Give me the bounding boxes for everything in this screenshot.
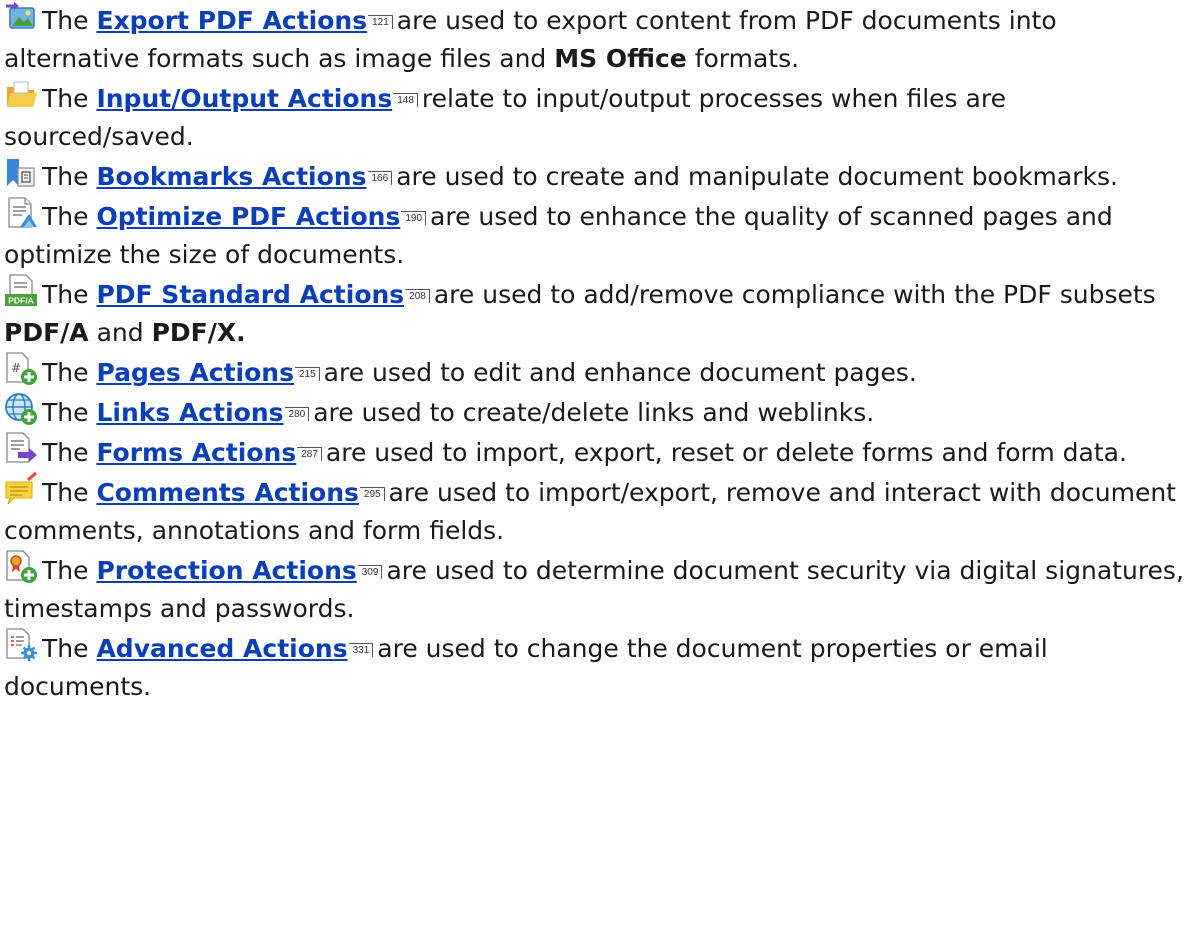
page-reference[interactable]: 280 <box>284 407 310 421</box>
protection-actions-link[interactable]: Protection Actions <box>96 556 356 585</box>
entry-description: are used to create and manipulate docume… <box>396 162 1118 191</box>
entry-prefix: The <box>42 162 97 191</box>
pdf-standard-actions-link[interactable]: PDF Standard Actions <box>96 280 404 309</box>
entry-prefix: The <box>42 358 97 387</box>
list-item: The Bookmarks Actions 166 are used to crea… <box>4 156 1199 196</box>
entry-prefix: The <box>42 84 97 113</box>
bookmark-icon <box>4 156 38 190</box>
form-export-icon <box>4 432 38 466</box>
pdfa-icon: PDF/A <box>4 274 38 308</box>
entry-description-tail: formats. <box>686 44 800 73</box>
list-item: PDF/A The PDF Standard Actions 208 are use… <box>4 274 1199 352</box>
page-reference[interactable]: 309 <box>357 565 383 579</box>
page-reference[interactable]: 166 <box>367 171 393 185</box>
pages-actions-link[interactable]: Pages Actions <box>96 358 294 387</box>
page-reference[interactable]: 287 <box>297 447 322 461</box>
document-settings-icon <box>4 628 38 662</box>
list-item: # The Pages Actions 215 are used to edit a… <box>4 352 1199 392</box>
entry-description: are used to create/delete links and webl… <box>313 398 875 427</box>
entry-prefix: The <box>42 280 97 309</box>
input-output-actions-link[interactable]: Input/Output Actions <box>96 84 392 113</box>
entry-prefix: The <box>42 438 97 467</box>
entry-prefix: The <box>42 202 97 231</box>
page-reference[interactable]: 331 <box>348 643 374 657</box>
entry-description-mid: and <box>88 318 152 347</box>
list-item: The Comments Actions 295 are used to impor… <box>4 472 1199 550</box>
export-pdf-icon <box>4 0 38 34</box>
optimize-pdf-actions-link[interactable]: Optimize PDF Actions <box>96 202 400 231</box>
entry-emphasis-2: PDF/X. <box>151 318 246 347</box>
links-actions-link[interactable]: Links Actions <box>96 398 283 427</box>
comments-actions-link[interactable]: Comments Actions <box>96 478 358 507</box>
bookmarks-actions-link[interactable]: Bookmarks Actions <box>96 162 366 191</box>
list-item: The Input/Output Actions 148 relate to inp… <box>4 78 1199 156</box>
page-reference[interactable]: 190 <box>401 211 427 225</box>
page-add-icon: # <box>4 352 38 386</box>
document-page: The Export PDF Actions 121 are used to exp… <box>0 0 1199 932</box>
page-reference[interactable]: 215 <box>294 367 320 381</box>
svg-text:#: # <box>11 361 21 375</box>
certificate-add-icon <box>4 550 38 584</box>
list-item: The Advanced Actions 331 are used to chang… <box>4 628 1199 706</box>
page-reference[interactable]: 148 <box>393 93 418 107</box>
comment-note-icon <box>4 472 38 506</box>
list-item: The Optimize PDF Actions 190 are used to e… <box>4 196 1199 274</box>
entry-prefix: The <box>42 6 97 35</box>
folder-icon <box>4 78 38 112</box>
export-pdf-actions-link[interactable]: Export PDF Actions <box>96 6 367 35</box>
list-item: The Links Actions 280 are used to create/d… <box>4 392 1199 432</box>
entry-prefix: The <box>42 398 97 427</box>
advanced-actions-link[interactable]: Advanced Actions <box>96 634 347 663</box>
svg-text:PDF/A: PDF/A <box>8 296 34 306</box>
page-reference[interactable]: 121 <box>368 15 393 29</box>
list-item: The Forms Actions 287 are used to import, … <box>4 432 1199 472</box>
forms-actions-link[interactable]: Forms Actions <box>96 438 296 467</box>
entry-emphasis: MS Office <box>554 44 687 73</box>
entry-description: are used to edit and enhance document pa… <box>323 358 917 387</box>
list-item: The Export PDF Actions 121 are used to exp… <box>4 0 1199 78</box>
entry-prefix: The <box>42 556 97 585</box>
optimize-pdf-icon <box>4 196 38 230</box>
page-reference[interactable]: 295 <box>359 487 385 501</box>
page-reference[interactable]: 208 <box>405 289 430 303</box>
list-item: The Protection Actions 309 are used to det… <box>4 550 1199 628</box>
entry-prefix: The <box>42 634 97 663</box>
entry-emphasis: PDF/A <box>4 318 89 347</box>
globe-add-icon <box>4 392 38 426</box>
entry-description: are used to import, export, reset or del… <box>325 438 1127 467</box>
entry-description: are used to add/remove compliance with t… <box>433 280 1156 309</box>
entry-prefix: The <box>42 478 97 507</box>
